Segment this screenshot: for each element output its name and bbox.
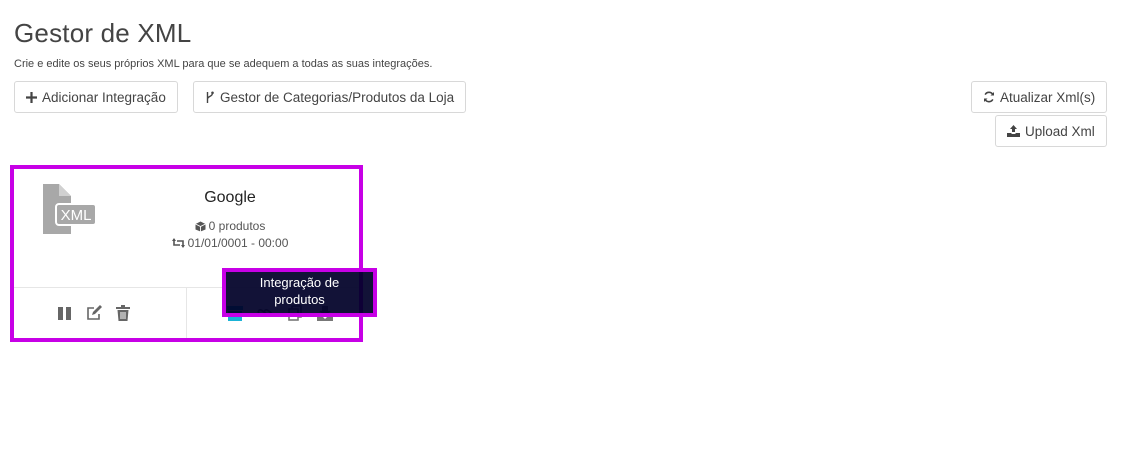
integration-name: Google <box>204 189 256 206</box>
upload-icon <box>1007 125 1020 137</box>
pause-icon <box>57 306 71 320</box>
categories-manager-label: Gestor de Categorias/Produtos da Loja <box>220 89 455 105</box>
plus-icon <box>26 91 37 103</box>
refresh-xml-label: Atualizar Xml(s) <box>1000 89 1096 105</box>
xml-file-icon: XML <box>42 184 98 241</box>
refresh-icon <box>984 91 994 103</box>
code-branch-icon <box>206 91 214 103</box>
tooltip-line-1: Integração de <box>259 275 340 290</box>
upload-xml-label: Upload Xml <box>1025 123 1095 139</box>
retweet-icon <box>171 238 185 248</box>
products-count: 0 produtos <box>154 219 306 233</box>
page-subtitle: Crie e edite os seus próprios XML para q… <box>14 58 433 70</box>
delete-button[interactable] <box>113 303 133 323</box>
products-count-text: 0 produtos <box>208 219 266 233</box>
pause-button[interactable] <box>54 303 74 323</box>
last-sync-text: 01/01/0001 - 00:00 <box>187 236 289 250</box>
xml-icon-label: XML <box>61 207 92 224</box>
tooltip-highlight: Integração de produtos <box>222 268 377 317</box>
edit-button[interactable] <box>84 303 104 323</box>
last-sync: 01/01/0001 - 00:00 <box>154 236 306 250</box>
cube-icon <box>194 221 206 231</box>
page-title: Gestor de XML <box>14 18 192 48</box>
tooltip: Integração de produtos <box>226 272 373 313</box>
tooltip-line-2: produtos <box>274 292 325 307</box>
categories-manager-button[interactable]: Gestor de Categorias/Produtos da Loja <box>193 81 467 113</box>
card-actions-divider <box>186 288 187 338</box>
edit-icon <box>86 305 102 320</box>
upload-xml-button[interactable]: Upload Xml <box>995 115 1107 147</box>
add-integration-label: Adicionar Integração <box>42 89 166 105</box>
trash-icon <box>116 305 130 321</box>
add-integration-button[interactable]: Adicionar Integração <box>14 81 178 113</box>
refresh-xml-button[interactable]: Atualizar Xml(s) <box>971 81 1108 113</box>
